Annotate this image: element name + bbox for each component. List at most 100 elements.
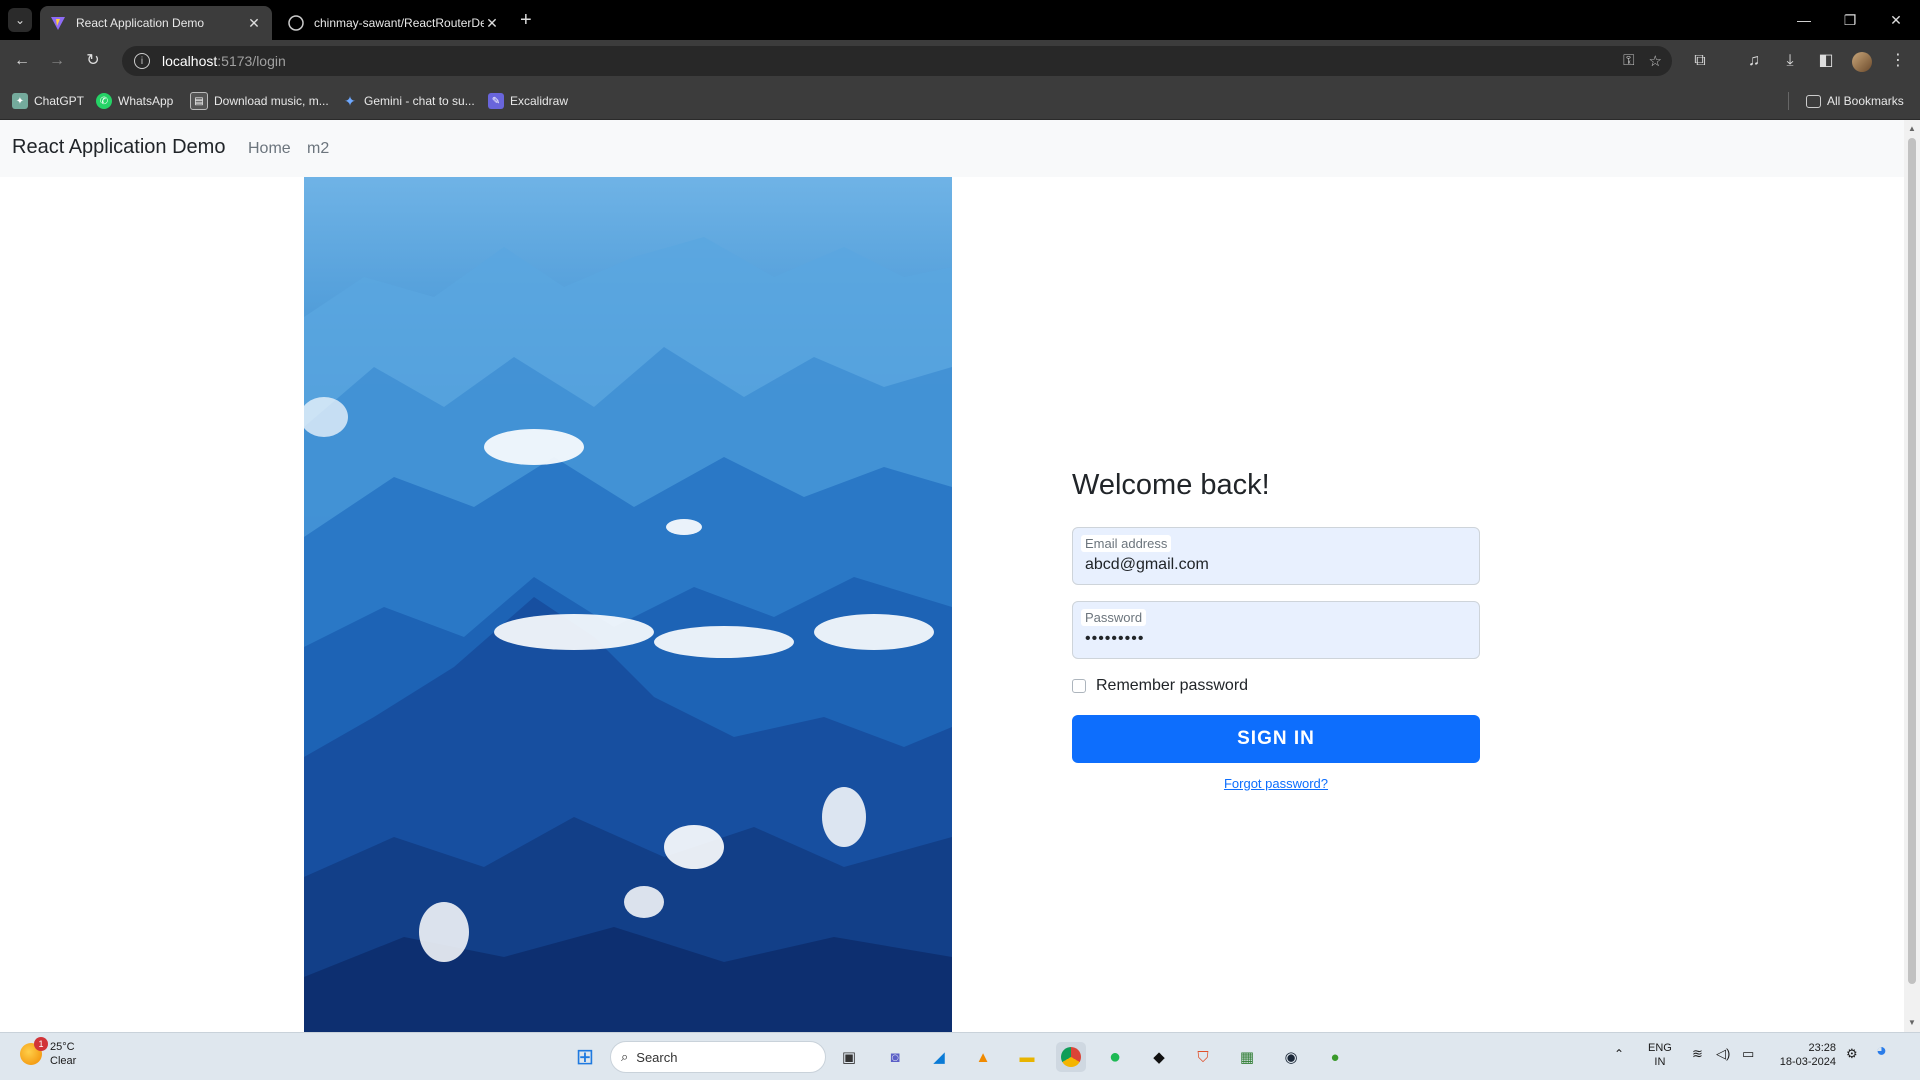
clock-time: 23:28	[1808, 1042, 1836, 1054]
remember-password[interactable]: Remember password	[1072, 677, 1248, 695]
tab-title: chinmay-sawant/ReactRouterDe	[314, 16, 484, 30]
excalidraw-icon: ✎	[488, 93, 504, 109]
sheets-icon[interactable]: ▦	[1232, 1042, 1262, 1072]
bookmark-chatgpt[interactable]: ✦ ChatGPT	[12, 91, 84, 111]
password-key-icon[interactable]: ⚿	[1623, 52, 1634, 70]
bookmark-label: Gemini - chat to su...	[364, 94, 475, 108]
new-tab-button[interactable]: +	[520, 8, 532, 32]
navbar-brand[interactable]: React Application Demo	[12, 136, 225, 159]
password-label: Password	[1081, 609, 1147, 626]
restore-button[interactable]: ❐	[1830, 6, 1870, 34]
email-value[interactable]: abcd@gmail.com	[1085, 556, 1209, 574]
side-panel-icon[interactable]: ◧	[1814, 49, 1838, 73]
search-placeholder: Search	[636, 1049, 678, 1065]
github-icon	[288, 15, 304, 31]
all-bookmarks[interactable]: All Bookmarks	[1806, 91, 1904, 111]
bookmark-label: Download music, m...	[214, 94, 329, 108]
minimize-button[interactable]: —	[1784, 6, 1824, 34]
profile-avatar[interactable]	[1852, 52, 1872, 72]
folder-icon	[1806, 94, 1821, 108]
page-scrollbar[interactable]: ▲ ▼	[1904, 120, 1920, 1032]
browser-toolbar: ← → ↻ i localhost :5173/login ⚿ ☆ ⧉ ♫ ⤓ …	[0, 40, 1920, 82]
forward-button[interactable]: →	[44, 49, 70, 73]
scroll-down-icon[interactable]: ▼	[1908, 1018, 1916, 1027]
weather-sun-icon: 1	[20, 1037, 48, 1065]
tab-close-icon[interactable]: ✕	[246, 15, 262, 32]
nav-link-m2[interactable]: m2	[307, 140, 329, 158]
extensions-icon[interactable]: ⧉	[1688, 49, 1712, 73]
lang-top: ENG	[1648, 1042, 1672, 1054]
bookmark-label: WhatsApp	[118, 94, 174, 108]
downloads-icon[interactable]: ⤓	[1778, 49, 1802, 73]
password-field[interactable]: Password •••••••••	[1072, 601, 1480, 659]
notification-icon[interactable]: ⚙	[1846, 1047, 1858, 1061]
file-explorer-icon[interactable]: ▬	[1012, 1042, 1042, 1072]
remember-checkbox[interactable]	[1072, 679, 1086, 693]
windows-start-icon[interactable]: ⊞	[570, 1042, 600, 1072]
task-view-icon[interactable]: ▣	[834, 1042, 864, 1072]
address-bar[interactable]: i localhost :5173/login ⚿ ☆	[122, 46, 1672, 76]
bookmark-label: ChatGPT	[34, 94, 85, 108]
download-music-icon: ▤	[190, 92, 208, 110]
email-field[interactable]: Email address abcd@gmail.com	[1072, 527, 1480, 585]
media-controls-icon[interactable]: ♫	[1742, 49, 1766, 73]
weather-desc: Clear	[50, 1055, 77, 1067]
forgot-password-link[interactable]: Forgot password?	[1072, 776, 1480, 791]
green-app-icon[interactable]: ●	[1320, 1042, 1350, 1072]
weather-widget[interactable]: 1 25°C Clear	[20, 1037, 77, 1068]
bookmark-star-icon[interactable]: ☆	[1649, 52, 1662, 70]
search-icon: ⌕	[621, 1049, 629, 1064]
reload-button[interactable]: ↻	[80, 49, 106, 73]
login-heading: Welcome back!	[1072, 469, 1270, 501]
close-window-button[interactable]: ✕	[1876, 6, 1916, 34]
whatsapp-icon: ✆	[96, 93, 112, 109]
mountain-illustration	[304, 237, 952, 1032]
sign-in-button[interactable]: SIGN IN	[1072, 715, 1480, 763]
email-label: Email address	[1081, 535, 1172, 552]
steam-icon[interactable]: ◉	[1276, 1042, 1306, 1072]
scrollbar-thumb[interactable]	[1908, 138, 1916, 984]
tab-react-app[interactable]: React Application Demo ✕	[40, 6, 272, 40]
wifi-icon[interactable]: ≋	[1692, 1047, 1703, 1061]
chrome-icon[interactable]	[1056, 1042, 1086, 1072]
remember-label: Remember password	[1096, 677, 1249, 694]
weather-temp: 25°C	[50, 1041, 75, 1053]
volume-icon[interactable]: ◁)	[1716, 1047, 1730, 1061]
bookmark-whatsapp[interactable]: ✆ WhatsApp	[96, 91, 173, 111]
password-value[interactable]: •••••••••	[1085, 630, 1144, 648]
vscode-icon[interactable]: ◢	[924, 1042, 954, 1072]
nav-link-home[interactable]: Home	[248, 140, 291, 158]
url-path: :5173/login	[217, 53, 286, 69]
menu-kebab-icon[interactable]: ⋮	[1886, 49, 1910, 73]
vite-icon	[51, 17, 65, 30]
clock[interactable]: 23:28 18-03-2024	[1772, 1041, 1836, 1069]
tray-overflow-icon[interactable]: ⌃	[1614, 1047, 1624, 1061]
predator-icon[interactable]: ◆	[1144, 1042, 1174, 1072]
bookmarks-bar: ✦ ChatGPT ✆ WhatsApp ▤ Download music, m…	[0, 82, 1920, 120]
teams-icon[interactable]: ◙	[880, 1042, 910, 1072]
bookmark-excalidraw[interactable]: ✎ Excalidraw	[488, 91, 568, 111]
brave-icon[interactable]: ⛉	[1188, 1042, 1218, 1072]
mountain-hero-image	[304, 177, 952, 1032]
clock-date: 18-03-2024	[1779, 1056, 1836, 1068]
tab-close-icon[interactable]: ✕	[484, 15, 500, 32]
back-button[interactable]: ←	[9, 49, 35, 73]
tab-search-button[interactable]: ⌄	[8, 8, 32, 32]
page-viewport: React Application Demo Home m2 Welcome b…	[0, 120, 1904, 1032]
gemini-icon: ✦	[344, 92, 356, 109]
bookmark-label: Excalidraw	[510, 94, 569, 108]
spotify-icon[interactable]: ●	[1100, 1042, 1130, 1072]
tab-title: React Application Demo	[76, 16, 205, 30]
bookmark-download-music[interactable]: ▤ Download music, m...	[190, 91, 329, 111]
copilot-icon[interactable]: ◕	[1876, 1041, 1887, 1059]
vlc-icon[interactable]: ▲	[968, 1042, 998, 1072]
bookmark-gemini[interactable]: ✦ Gemini - chat to su...	[342, 91, 475, 111]
site-info-icon[interactable]: i	[134, 53, 150, 69]
bookmarks-separator	[1788, 92, 1789, 110]
battery-icon[interactable]: ▭	[1742, 1047, 1754, 1061]
scroll-up-icon[interactable]: ▲	[1908, 124, 1916, 133]
chatgpt-icon: ✦	[12, 93, 28, 109]
taskbar-search[interactable]: ⌕ Search	[610, 1041, 826, 1073]
language-indicator[interactable]: ENG IN	[1648, 1041, 1672, 1069]
tab-github[interactable]: chinmay-sawant/ReactRouterDe ✕	[278, 6, 510, 40]
